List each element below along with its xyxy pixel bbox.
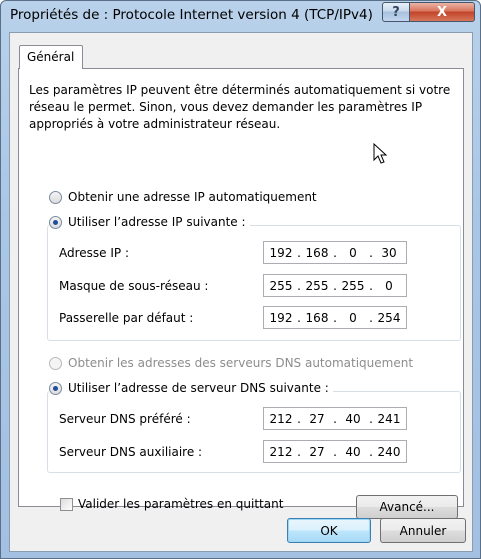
ip-octet: 192 (269, 310, 293, 325)
ip-octet: 27 (309, 444, 325, 459)
description-line: appropriés à votre administrateur réseau… (29, 117, 281, 131)
ip-manual-radio[interactable] (49, 215, 62, 229)
alternate-dns-input[interactable]: 212. 27. 40. 240 (263, 440, 407, 463)
dns-auto-label: Obtenir les adresses des serveurs DNS au… (68, 356, 414, 370)
tab-general[interactable]: Général (19, 45, 83, 69)
ip-address-input[interactable]: 192. 168. 0. 30 (263, 241, 407, 264)
preferred-dns-input[interactable]: 212. 27. 40. 241 (263, 407, 407, 430)
ip-octet: 241 (377, 411, 401, 426)
ip-auto-option[interactable]: Obtenir une adresse IP automatiquement (49, 190, 317, 204)
ip-address-label: Adresse IP : (59, 246, 130, 260)
ok-button-label: OK (320, 523, 338, 538)
close-icon: X (436, 4, 448, 20)
ip-octet: 0 (349, 245, 357, 260)
ip-octet: 254 (377, 310, 401, 325)
ip-octet: 168 (305, 245, 329, 260)
ip-octet: 30 (381, 245, 397, 260)
advanced-button[interactable]: Avancé... (356, 495, 458, 519)
description-line: Les paramètres IP peuvent être déterminé… (29, 83, 451, 97)
cancel-button[interactable]: Annuler (380, 518, 466, 543)
ip-octet: 40 (345, 411, 361, 426)
properties-dialog: Propriétés de : Protocole Internet versi… (0, 0, 481, 559)
ip-octet: 27 (309, 411, 325, 426)
dns-manual-label: Utiliser l’adresse de serveur DNS suivan… (68, 381, 329, 395)
alternate-dns-label: Serveur DNS auxiliaire : (59, 445, 203, 459)
description-text: Les paramètres IP peuvent être déterminé… (29, 82, 451, 133)
mouse-cursor-icon (373, 143, 388, 164)
tab-general-label: Général (27, 50, 75, 64)
subnet-mask-label: Masque de sous-réseau : (59, 279, 209, 293)
title-bar[interactable]: Propriétés de : Protocole Internet versi… (1, 1, 480, 31)
dns-manual-radio[interactable] (49, 381, 62, 395)
dns-auto-radio[interactable] (49, 356, 62, 370)
description-line: réseau le permet. Sinon, vous devez dema… (29, 100, 423, 114)
validate-settings-label: Valider les paramètres en quittant (78, 497, 284, 511)
ip-octet: 168 (305, 310, 329, 325)
advanced-button-label: Avancé... (379, 500, 435, 514)
help-button[interactable]: ? (382, 2, 410, 22)
ip-manual-option[interactable]: Utiliser l’adresse IP suivante : (49, 215, 250, 229)
ip-octet: 192 (269, 245, 293, 260)
window-title: Propriétés de : Protocole Internet versi… (10, 7, 373, 23)
ok-button[interactable]: OK (287, 518, 371, 543)
ip-octet: 0 (349, 310, 357, 325)
validate-settings-checkbox[interactable] (60, 498, 73, 511)
ip-octet: 255 (341, 278, 365, 293)
general-panel: Les paramètres IP peuvent être déterminé… (18, 68, 464, 519)
ip-octet: 212 (269, 444, 293, 459)
ip-manual-label: Utiliser l’adresse IP suivante : (68, 215, 246, 229)
default-gateway-input[interactable]: 192. 168. 0. 254 (263, 306, 407, 329)
ip-octet: 40 (345, 444, 361, 459)
ip-auto-radio[interactable] (49, 190, 62, 204)
ip-octet: 0 (385, 278, 393, 293)
subnet-mask-input[interactable]: 255. 255. 255. 0 (263, 274, 407, 297)
help-icon: ? (392, 4, 400, 20)
default-gateway-label: Passerelle par défaut : (59, 311, 194, 325)
ip-octet: 255 (305, 278, 329, 293)
dns-manual-option[interactable]: Utiliser l’adresse de serveur DNS suivan… (49, 381, 333, 395)
close-button[interactable]: X (409, 2, 475, 22)
dialog-client-area: Général Les paramètres IP peuvent être d… (9, 32, 473, 552)
ip-octet: 240 (377, 444, 401, 459)
cancel-button-label: Annuler (399, 523, 447, 538)
ip-octet: 212 (269, 411, 293, 426)
ip-auto-label: Obtenir une adresse IP automatiquement (68, 190, 317, 204)
ip-octet: 255 (269, 278, 293, 293)
dns-auto-option[interactable]: Obtenir les adresses des serveurs DNS au… (49, 356, 413, 370)
preferred-dns-label: Serveur DNS préféré : (59, 412, 191, 426)
